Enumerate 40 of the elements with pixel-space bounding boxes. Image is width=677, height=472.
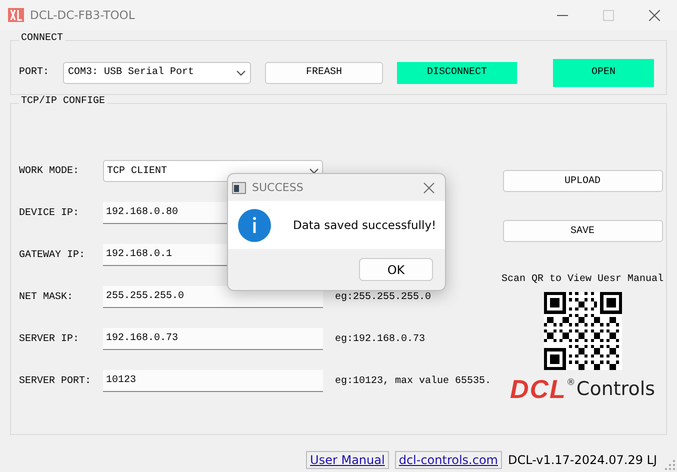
action-button[interactable]: UPLOAD [502, 170, 662, 192]
field-label: SERVER IP: [19, 334, 80, 344]
hint-text: eg:192.168.0.73 [335, 334, 426, 344]
close-icon[interactable] [423, 182, 435, 194]
field-label: GATEWAY IP: [19, 250, 86, 260]
qr-caption: Scan QR to View Uesr Manual [501, 274, 664, 285]
dialog-title: SUCCESS [252, 181, 304, 194]
link[interactable]: User Manual [306, 450, 389, 468]
port-dropdown[interactable]: COM3: USB Serial Port [63, 62, 251, 84]
connect-button[interactable]: OPEN [553, 58, 654, 86]
input-field[interactable]: 10123 [103, 370, 323, 392]
caret-icon [309, 168, 319, 174]
input-field[interactable]: 192.168.0.73 [103, 328, 323, 350]
version-text: DCL-v1.17-2024.07.29 LJ [508, 452, 657, 466]
brand-logo: DCL [510, 375, 566, 403]
caret-icon [236, 70, 246, 76]
window-icon [232, 182, 246, 194]
close-icon[interactable] [648, 10, 660, 20]
group-title: TCP/IP CONFIGE [19, 96, 108, 107]
field-label: DEVICE IP: [19, 208, 80, 218]
connect-button[interactable]: DISCONNECT [397, 62, 517, 84]
resize-grip-icon[interactable] [665, 460, 675, 470]
field-label: NET MASK: [19, 292, 74, 302]
qr-code[interactable] [544, 292, 622, 370]
app-logo-icon [8, 7, 24, 23]
port-label: PORT: [19, 67, 50, 78]
link[interactable]: dcl-controls.com [394, 450, 502, 468]
input-field[interactable]: 255.255.255.0 [103, 286, 323, 308]
brand-name: Controls [576, 377, 656, 402]
field-label: WORK MODE: [19, 166, 80, 176]
hint-text: eg:255.255.255.0 [335, 292, 432, 302]
info-icon [238, 208, 271, 242]
action-button[interactable]: SAVE [502, 220, 662, 242]
ok-button[interactable]: OK [359, 258, 433, 281]
group-title: CONNECT [19, 33, 66, 44]
window-title: DCL-DC-FB3-TOOL [30, 8, 136, 22]
hint-text: eg:10123, max value 65535. [335, 376, 492, 386]
field-label: SERVER PORT: [19, 376, 92, 386]
registered-mark: ® [566, 378, 576, 388]
connect-button[interactable]: FREASH [265, 62, 383, 84]
